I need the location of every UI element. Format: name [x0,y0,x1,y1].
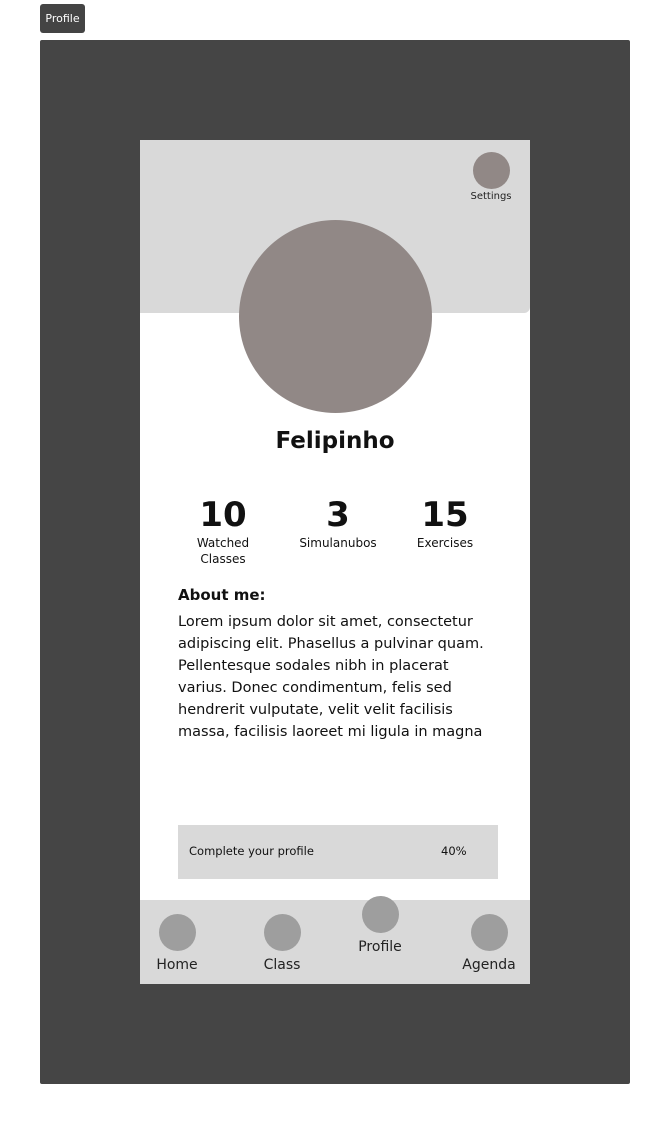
settings-label[interactable]: Settings [460,191,522,202]
stat-exercises: 15 Exercises [410,495,480,551]
class-icon [263,914,301,951]
nav-item-profile[interactable]: Profile [345,896,415,955]
avatar[interactable] [239,220,432,413]
stat-value: 10 [199,495,247,535]
stat-label: Exercises [416,536,474,550]
stat-simulanubos: 3 Simulanubos [295,495,381,551]
stat-label: Watched Classes [196,536,250,566]
nav-label: Agenda [462,957,516,973]
profile-name: Felipinho [275,428,395,454]
profile-icon [361,896,399,933]
nav-label: Profile [358,939,402,955]
complete-profile-percent: 40% [441,844,467,858]
complete-profile-label: Complete your profile [189,844,314,858]
nav-label: Class [263,957,301,973]
nav-item-home[interactable]: Home [142,914,212,973]
device-frame: Settings Felipinho 10 Watched Classes 3 … [40,40,630,1084]
stat-label: Simulanubos [299,536,377,550]
about-text: Lorem ipsum dolor sit amet, consectetur … [178,614,484,740]
home-icon [158,914,196,951]
about-title: About me: [178,586,266,604]
nav-item-class[interactable]: Class [247,914,317,973]
stat-value: 15 [421,495,469,535]
bottom-nav: Home Class Profile Agenda [140,896,530,984]
phone-screen: Settings Felipinho 10 Watched Classes 3 … [140,140,530,984]
stat-watched-classes: 10 Watched Classes [190,495,256,567]
agenda-icon [470,914,508,951]
complete-profile-banner[interactable]: Complete your profile 40% [178,825,498,879]
stat-value: 3 [326,495,350,535]
nav-label: Home [156,957,198,973]
frame-tab-profile[interactable]: Profile [40,4,85,33]
settings-icon[interactable] [473,152,510,189]
nav-item-agenda[interactable]: Agenda [454,914,524,973]
